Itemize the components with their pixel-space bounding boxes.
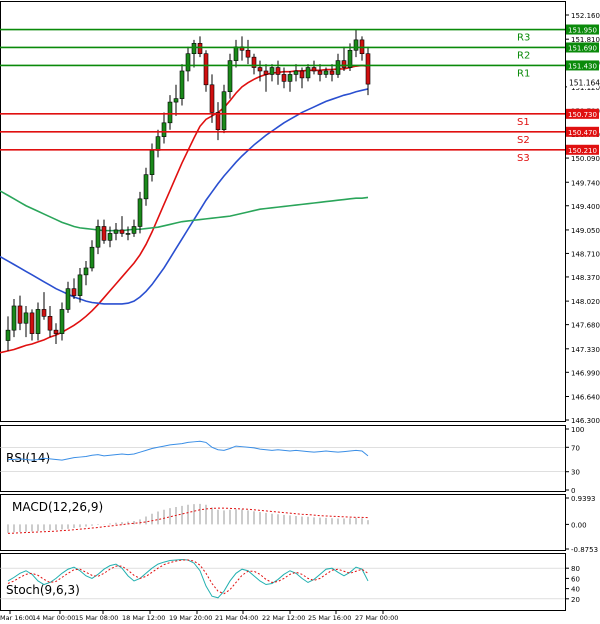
- price-tick-label: 149.050: [571, 227, 600, 235]
- time-tick-label: 18 Mar 12:00: [122, 614, 165, 622]
- level-price-label-r2: 151.690: [568, 44, 597, 52]
- level-name-r3: R3: [517, 33, 530, 44]
- level-price-label-s2: 150.470: [568, 129, 597, 137]
- indicator-tick-label: 20: [571, 596, 580, 604]
- price-tick-label: 146.640: [571, 394, 600, 402]
- price-tick-label: 148.370: [571, 274, 600, 282]
- time-tick-label: 22 Mar 12:00: [262, 614, 305, 622]
- level-price-label-r1: 151.430: [568, 62, 597, 70]
- indicator-tick-label: 0: [571, 487, 575, 495]
- price-chart: 152.160151.810151.470151.120150.780150.4…: [0, 0, 600, 624]
- candle: [221, 84, 227, 134]
- indicator-tick-label: -0.8753: [571, 546, 598, 554]
- time-tick-label: 27 Mar 00:00: [355, 614, 398, 622]
- price-tick-label: 150.090: [571, 155, 600, 163]
- current-price-label: 151.164: [569, 79, 600, 88]
- price-tick-label: 148.710: [571, 250, 600, 258]
- candle: [227, 53, 233, 99]
- level-name-s2: S2: [517, 135, 530, 146]
- time-tick-label: 21 Mar 04:00: [215, 614, 258, 622]
- time-tick-label: 19 Mar 20:00: [169, 614, 212, 622]
- price-tick-label: 149.400: [571, 203, 600, 211]
- time-tick-label: 14 Mar 00:00: [32, 614, 75, 622]
- indicator-tick-label: 70: [571, 444, 580, 452]
- indicator-tick-label: 100: [571, 426, 584, 434]
- indicator-tick-label: 0.00: [571, 521, 587, 529]
- level-price-label-r3: 151.950: [568, 27, 597, 35]
- price-tick-label: 149.740: [571, 179, 600, 187]
- macd-label: MACD(12,26,9): [12, 500, 103, 514]
- price-tick-label: 146.990: [571, 369, 600, 377]
- price-tick-label: 152.160: [571, 12, 600, 20]
- price-tick-label: 146.300: [571, 417, 600, 425]
- indicator-tick-label: 60: [571, 575, 580, 583]
- indicator-tick-label: 40: [571, 586, 580, 594]
- time-tick-label: 25 Mar 16:00: [308, 614, 351, 622]
- price-tick-label: 148.020: [571, 298, 600, 306]
- level-name-s1: S1: [517, 117, 530, 128]
- indicator-tick-label: 80: [571, 565, 580, 573]
- price-tick-label: 147.680: [571, 322, 600, 330]
- indicator-tick-label: 30: [571, 469, 580, 477]
- time-tick-label: Mar 16:00: [0, 614, 33, 622]
- time-tick-label: 15 Mar 08:00: [75, 614, 118, 622]
- level-price-label-s3: 150.210: [568, 147, 597, 155]
- price-tick-label: 147.330: [571, 346, 600, 354]
- indicator-tick-label: 0.9393: [571, 495, 596, 503]
- level-price-label-s1: 150.730: [568, 111, 597, 119]
- stoch-label: Stoch(9,6,3): [6, 583, 80, 597]
- current-price-marker: 151.164: [567, 77, 600, 88]
- level-name-r1: R1: [517, 68, 530, 79]
- level-name-r2: R2: [517, 50, 530, 61]
- level-name-s3: S3: [517, 153, 530, 164]
